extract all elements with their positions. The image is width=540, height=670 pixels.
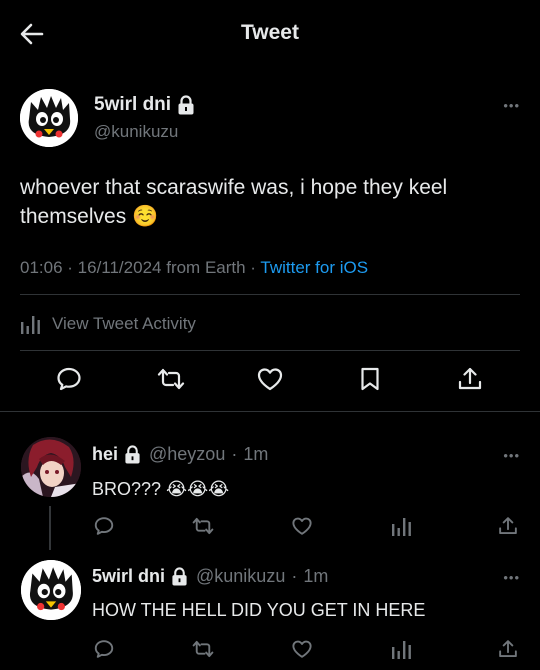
divider [20, 294, 520, 295]
thread-line [49, 506, 51, 550]
page-title: Tweet [241, 21, 299, 44]
bookmark-icon[interactable] [356, 365, 386, 395]
author-name[interactable]: 5wirl dni [94, 94, 171, 116]
more-options-icon[interactable]: ••• [503, 570, 520, 585]
activity-label: View Tweet Activity [52, 314, 196, 333]
reply-text: HOW THE HELL DID YOU GET IN HERE [92, 600, 426, 620]
reply-text: BRO??? 😭😭😭 [92, 479, 230, 499]
like-icon[interactable] [291, 515, 313, 537]
share-icon[interactable] [456, 365, 486, 395]
tweet-source-link[interactable]: Twitter for iOS [260, 258, 368, 277]
share-icon[interactable] [497, 638, 519, 660]
retweet-icon[interactable] [192, 638, 214, 660]
tweet-time: 01:06 [20, 258, 63, 277]
tweet-date: 16/11/2024 [77, 258, 162, 277]
author-row: hei @heyzou · 1m [92, 444, 268, 465]
reply-icon[interactable] [93, 638, 115, 660]
author-handle[interactable]: @heyzou [149, 444, 225, 465]
author-handle[interactable]: @kunikuzu [94, 122, 178, 142]
author-name[interactable]: hei [92, 444, 118, 465]
activity-icon[interactable] [391, 515, 413, 537]
author-row: 5wirl dni [94, 94, 195, 116]
retweet-icon[interactable] [192, 515, 214, 537]
top-bar: Tweet [0, 0, 540, 68]
activity-icon [21, 316, 40, 334]
like-icon[interactable] [291, 638, 313, 660]
activity-icon[interactable] [391, 638, 413, 660]
lock-icon [124, 445, 141, 464]
reply-icon[interactable] [55, 365, 85, 395]
reply-age: 1m [303, 566, 329, 586]
separator-dot: · [231, 444, 238, 464]
share-icon[interactable] [497, 515, 519, 537]
retweet-icon[interactable] [157, 365, 187, 395]
separator-dot: · [291, 566, 298, 586]
author-name[interactable]: 5wirl dni [92, 566, 165, 587]
avatar[interactable] [20, 89, 78, 147]
avatar[interactable] [21, 437, 81, 497]
author-handle[interactable]: @kunikuzu [196, 566, 285, 587]
more-options-icon[interactable]: ••• [503, 448, 520, 463]
divider [0, 411, 540, 412]
view-activity-button[interactable]: View Tweet Activity [20, 313, 196, 335]
reply-age: 1m [243, 444, 269, 464]
lock-icon [171, 567, 188, 586]
tweet-location: from Earth [166, 258, 246, 277]
tweet-meta: 01:06 · 16/11/2024 from Earth · Twitter … [20, 258, 369, 277]
author-row: 5wirl dni @kunikuzu · 1m [92, 566, 328, 587]
divider [20, 350, 520, 351]
action-bar [0, 365, 540, 399]
like-icon[interactable] [256, 365, 286, 395]
more-options-icon[interactable]: ••• [503, 98, 520, 113]
avatar[interactable] [21, 560, 81, 620]
lock-icon [177, 95, 195, 115]
tweet-text: whoever that scaraswife was, i hope they… [20, 176, 448, 228]
reply-icon[interactable] [93, 515, 115, 537]
